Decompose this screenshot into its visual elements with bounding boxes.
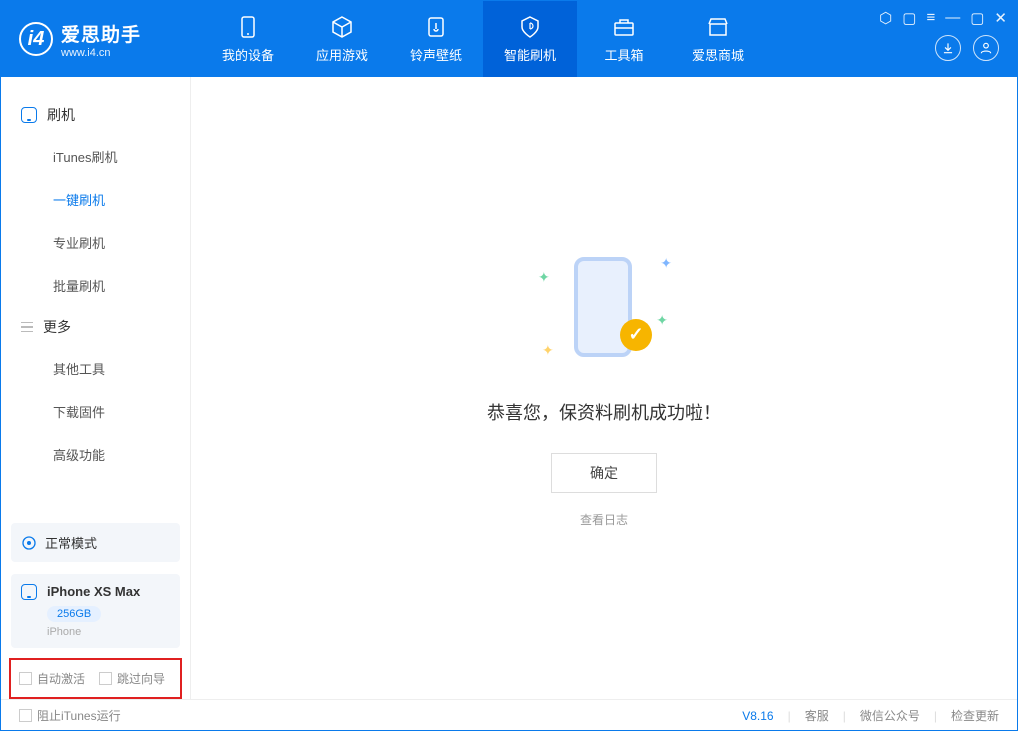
- music-file-icon: [424, 15, 448, 39]
- highlighted-options: 自动激活 跳过向导: [9, 658, 182, 699]
- device-icon: [21, 584, 37, 600]
- separator: |: [843, 709, 846, 723]
- checkbox-icon: [19, 709, 32, 722]
- shield-icon: [518, 15, 542, 39]
- mode-box[interactable]: 正常模式: [11, 523, 180, 562]
- tab-label: 铃声壁纸: [410, 45, 462, 64]
- checkbox-label: 自动激活: [37, 670, 85, 687]
- success-message: 恭喜您，保资料刷机成功啦！: [487, 399, 721, 425]
- checkbox-auto-activate[interactable]: 自动激活: [19, 670, 85, 687]
- ok-button[interactable]: 确定: [551, 453, 657, 493]
- mode-icon: [21, 535, 37, 551]
- header-right-icons: [935, 35, 999, 61]
- tab-label: 应用游戏: [316, 45, 368, 64]
- customer-service-link[interactable]: 客服: [805, 707, 829, 724]
- main-content: ✦ ✦ ✦ ✦ ✓ 恭喜您，保资料刷机成功啦！ 确定 查看日志: [191, 77, 1017, 699]
- device-small-icon: [21, 107, 37, 123]
- checkbox-block-itunes[interactable]: 阻止iTunes运行: [19, 707, 121, 724]
- footer-left: 阻止iTunes运行: [19, 707, 121, 724]
- checkbox-icon: [19, 672, 32, 685]
- logo-text: 爱思助手 www.i4.cn: [61, 20, 141, 59]
- separator: |: [934, 709, 937, 723]
- sidebar-item-pro-flash[interactable]: 专业刷机: [1, 221, 190, 264]
- sparkle-icon: ✦: [656, 312, 668, 329]
- app-url: www.i4.cn: [61, 47, 141, 59]
- logo-area: i4 爱思助手 www.i4.cn: [1, 20, 201, 59]
- device-box[interactable]: iPhone XS Max 256GB iPhone: [11, 574, 180, 648]
- user-button[interactable]: [973, 35, 999, 61]
- version-label: V8.16: [742, 709, 773, 723]
- device-info: iPhone XS Max 256GB iPhone: [47, 584, 140, 638]
- user-icon: [979, 41, 993, 55]
- toolbox-icon: [612, 15, 636, 39]
- device-type: iPhone: [47, 626, 140, 638]
- app-logo-icon: i4: [19, 22, 53, 56]
- nav-tabs: 我的设备 应用游戏 铃声壁纸 智能刷机 工具箱 爱思商城: [201, 1, 765, 77]
- sidebar-item-itunes-flash[interactable]: iTunes刷机: [1, 135, 190, 178]
- close-button[interactable]: ✕: [994, 9, 1007, 27]
- tab-label: 我的设备: [222, 45, 274, 64]
- mode-label: 正常模式: [45, 533, 97, 552]
- check-update-link[interactable]: 检查更新: [951, 707, 999, 724]
- feedback-icon[interactable]: ▢: [902, 9, 916, 27]
- phone-icon: [236, 15, 260, 39]
- shirt-icon[interactable]: ⬡: [879, 9, 892, 27]
- group-title: 刷机: [47, 105, 75, 125]
- checkbox-icon: [99, 672, 112, 685]
- sidebar-item-advanced[interactable]: 高级功能: [1, 433, 190, 476]
- wechat-link[interactable]: 微信公众号: [860, 707, 920, 724]
- tab-label: 爱思商城: [692, 45, 744, 64]
- tab-label: 工具箱: [604, 45, 643, 64]
- check-badge-icon: ✓: [620, 319, 652, 351]
- view-log-link[interactable]: 查看日志: [580, 511, 628, 528]
- checkbox-label: 阻止iTunes运行: [37, 707, 121, 724]
- download-icon: [941, 41, 955, 55]
- device-name: iPhone XS Max: [47, 584, 140, 599]
- body-area: 刷机 iTunes刷机 一键刷机 专业刷机 批量刷机 更多 其他工具 下载固件 …: [1, 77, 1017, 699]
- checkbox-label: 跳过向导: [117, 670, 165, 687]
- sidebar: 刷机 iTunes刷机 一键刷机 专业刷机 批量刷机 更多 其他工具 下载固件 …: [1, 77, 191, 699]
- separator: |: [788, 709, 791, 723]
- sparkle-icon: ✦: [538, 269, 550, 286]
- download-button[interactable]: [935, 35, 961, 61]
- checkbox-skip-guide[interactable]: 跳过向导: [99, 670, 165, 687]
- app-title: 爱思助手: [61, 20, 141, 47]
- menu-icon[interactable]: ≡: [926, 9, 935, 27]
- success-illustration: ✦ ✦ ✦ ✦ ✓: [544, 249, 664, 369]
- store-icon: [706, 15, 730, 39]
- list-icon: [21, 322, 33, 333]
- sparkle-icon: ✦: [542, 342, 554, 359]
- sparkle-icon: ✦: [660, 255, 672, 272]
- tab-my-device[interactable]: 我的设备: [201, 1, 295, 77]
- minimize-button[interactable]: —: [945, 9, 960, 27]
- sidebar-item-download-firmware[interactable]: 下载固件: [1, 390, 190, 433]
- sidebar-item-batch-flash[interactable]: 批量刷机: [1, 264, 190, 307]
- tab-label: 智能刷机: [504, 45, 556, 64]
- footer: 阻止iTunes运行 V8.16 | 客服 | 微信公众号 | 检查更新: [1, 699, 1017, 731]
- cube-icon: [330, 15, 354, 39]
- footer-right: V8.16 | 客服 | 微信公众号 | 检查更新: [742, 707, 999, 724]
- app-header: i4 爱思助手 www.i4.cn 我的设备 应用游戏 铃声壁纸 智能刷机 工具…: [1, 1, 1017, 77]
- tab-smart-flash[interactable]: 智能刷机: [483, 1, 577, 77]
- sidebar-item-other-tools[interactable]: 其他工具: [1, 347, 190, 390]
- tab-ringtones-wallpapers[interactable]: 铃声壁纸: [389, 1, 483, 77]
- tab-store[interactable]: 爱思商城: [671, 1, 765, 77]
- tab-toolbox[interactable]: 工具箱: [577, 1, 671, 77]
- device-capacity: 256GB: [47, 606, 101, 622]
- group-title: 更多: [43, 317, 71, 337]
- window-controls: ⬡ ▢ ≡ — ▢ ✕: [879, 9, 1007, 27]
- sidebar-item-oneclick-flash[interactable]: 一键刷机: [1, 178, 190, 221]
- maximize-button[interactable]: ▢: [970, 9, 984, 27]
- tab-apps-games[interactable]: 应用游戏: [295, 1, 389, 77]
- sidebar-group-more: 更多: [1, 307, 190, 347]
- sidebar-group-flash: 刷机: [1, 95, 190, 135]
